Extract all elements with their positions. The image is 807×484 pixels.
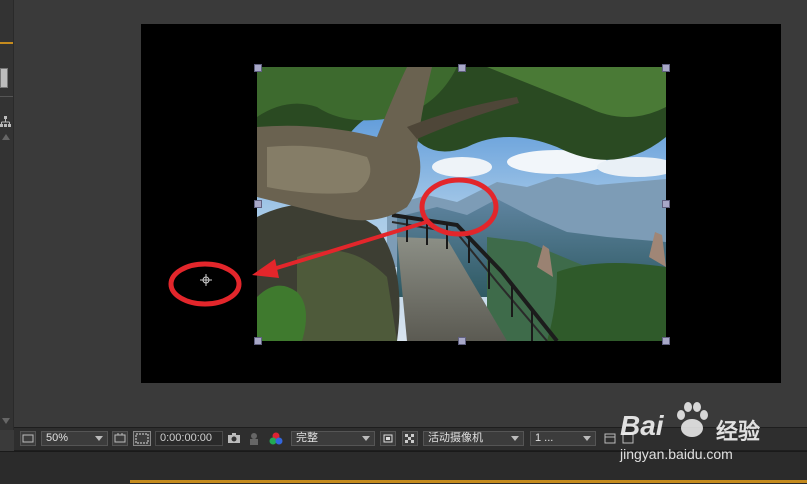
target-region-icon[interactable] (380, 431, 396, 446)
camera-snapshot-icon[interactable] (226, 431, 242, 446)
anchor-point-icon[interactable] (200, 274, 212, 286)
baidu-watermark: Bai 经验 jingyan.baidu.com (612, 396, 802, 464)
show-snapshot-icon[interactable] (247, 431, 261, 446)
annotation-arrow-line (269, 219, 431, 272)
anchor-circle (168, 261, 242, 307)
watermark-brand-left: Bai (620, 410, 664, 441)
zoom-dropdown[interactable]: 50% (41, 431, 108, 446)
annotation-arrow-head (252, 259, 279, 278)
fit-icon[interactable] (112, 431, 128, 446)
watermark-url: jingyan.baidu.com (620, 446, 733, 462)
resolution-dropdown[interactable]: 完整 (291, 431, 375, 446)
view-layout-dropdown[interactable]: 1 ... (530, 431, 596, 446)
paw-logo-icon (677, 402, 708, 437)
watermark-brand-right: 经验 (716, 419, 761, 444)
region-of-interest-icon[interactable] (133, 431, 151, 446)
color-channels-icon[interactable] (268, 431, 284, 446)
timecode-field[interactable]: 0:00:00:00 (155, 431, 223, 446)
camera-view-dropdown[interactable]: 活动摄像机 (423, 431, 524, 446)
transparency-grid-icon[interactable] (402, 431, 418, 446)
target-circle (419, 177, 499, 237)
always-preview-icon[interactable] (20, 431, 36, 446)
